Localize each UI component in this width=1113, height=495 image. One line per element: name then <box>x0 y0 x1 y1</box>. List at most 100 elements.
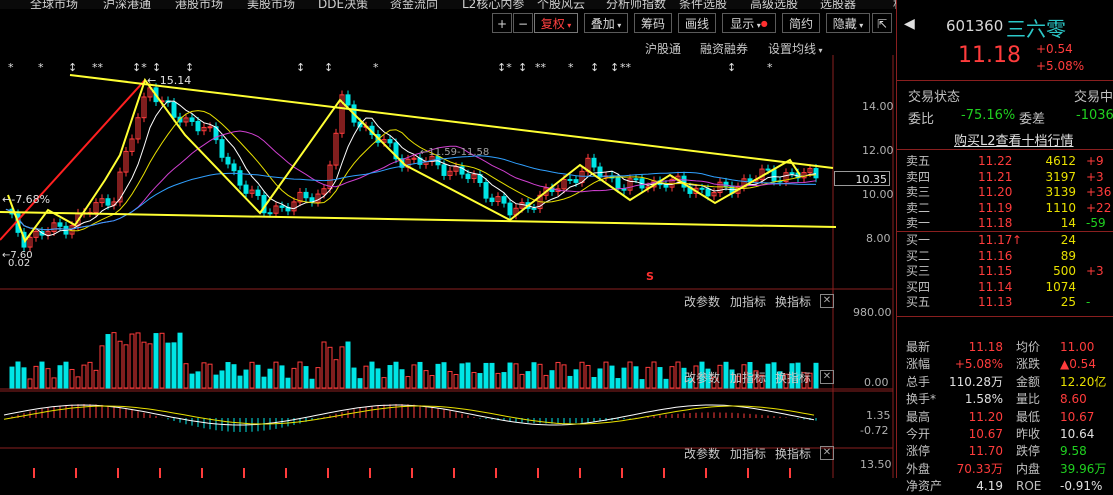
fuquan-dropdown[interactable]: 复权 ▾ <box>534 13 578 33</box>
top-menu-item[interactable]: L2核心内参 <box>462 0 524 9</box>
volume-edit-params[interactable]: 改参数 <box>684 293 720 310</box>
event-marker[interactable]: ** <box>92 61 103 74</box>
event-marker[interactable]: ↕ <box>590 61 599 74</box>
panel3-close-icon[interactable]: ✕ <box>820 446 834 460</box>
volume-bar <box>465 362 471 389</box>
event-marker[interactable]: ** <box>620 61 631 74</box>
event-marker[interactable]: ↕ <box>324 61 333 74</box>
top-menu-item[interactable]: 条件选股 <box>679 0 727 9</box>
macd-change-indicator[interactable]: 换指标 <box>775 369 811 386</box>
level-label: 卖二 <box>906 200 931 215</box>
top-menu-item[interactable]: 个股风云 <box>537 0 585 9</box>
diejia-dropdown[interactable]: 叠加 ▾ <box>584 13 628 33</box>
draw-line-button[interactable]: 画线 <box>678 13 716 33</box>
ask-row[interactable]: 卖二 11.19 1110 +22 <box>896 200 1113 217</box>
top-menu-item[interactable]: DDE决策 <box>318 0 368 9</box>
event-marker[interactable]: ↕ <box>152 61 161 74</box>
level-volume: 89 <box>1060 248 1076 263</box>
sell-signal-marker[interactable]: S <box>646 270 654 283</box>
level-volume: 14 <box>1060 216 1076 230</box>
macd-edit-params[interactable]: 改参数 <box>684 369 720 386</box>
chouma-button[interactable]: 筹码 <box>634 13 672 33</box>
ask-row[interactable]: 卖三 11.20 3139 +36 <box>896 184 1113 201</box>
bid-row[interactable]: 买二 11.16 89 <box>896 248 1113 265</box>
macd-tick: 1.35 <box>866 409 891 422</box>
volume-add-indicator[interactable]: 加指标 <box>730 293 766 310</box>
level-volume: 25 <box>1060 295 1076 309</box>
top-menu-item[interactable]: 全球市场 <box>30 0 78 9</box>
zoom-in-button[interactable]: + <box>492 13 512 33</box>
range-value: 11.59-11.58 <box>428 147 490 158</box>
ask-row[interactable]: 卖四 11.21 3197 +3 <box>896 169 1113 186</box>
volume-bar <box>423 370 429 389</box>
level-label: 卖三 <box>906 185 931 199</box>
hide-dropdown[interactable]: 隐藏 ▾ <box>826 13 870 33</box>
volume-bar <box>249 361 255 389</box>
panel3-change-indicator[interactable]: 换指标 <box>775 445 811 462</box>
candle-body <box>195 120 201 132</box>
top-menu-item[interactable]: 资金流向 <box>390 0 438 9</box>
volume-bar <box>177 332 183 389</box>
price-tick: 14.00 <box>862 100 894 113</box>
top-menu-item[interactable]: 选股器 <box>820 0 856 9</box>
stat-label: 涨跌 <box>1016 357 1041 372</box>
simple-button[interactable]: 简约 <box>782 13 820 33</box>
event-marker[interactable]: ↕ <box>518 61 527 74</box>
event-marker[interactable]: ↕ <box>296 61 305 74</box>
candle-body <box>663 184 669 188</box>
prev-stock-icon[interactable]: ◀ <box>904 16 915 32</box>
event-marker[interactable]: * <box>373 61 379 74</box>
bid-row[interactable]: 买五 11.13 25- <box>896 294 1113 311</box>
macd-add-indicator[interactable]: 加指标 <box>730 369 766 386</box>
event-marker[interactable]: * <box>8 61 14 74</box>
volume-bar <box>321 341 327 389</box>
candle-body <box>483 182 489 199</box>
panel3-edit-params[interactable]: 改参数 <box>684 445 720 462</box>
event-markers-row[interactable]: * * ↕ ** ↕* ↕ ↕ ↕ ↕ * ↕* ↕ ** * ↕ ↕ ** ↕… <box>0 61 833 74</box>
panel3-add-indicator[interactable]: 加指标 <box>730 445 766 462</box>
volume-bar <box>645 366 651 389</box>
volume-bar <box>315 367 321 389</box>
event-marker[interactable]: ↕ <box>185 61 194 74</box>
zoom-out-button[interactable]: − <box>513 13 533 33</box>
event-marker[interactable]: ** <box>535 61 546 74</box>
event-marker[interactable]: ↕* <box>132 61 147 74</box>
expand-icon[interactable]: ⇱ <box>872 13 892 33</box>
kline-chart[interactable] <box>0 55 896 478</box>
level-price: 11.16 <box>978 248 1013 263</box>
top-menu-item[interactable]: 沪深港通 <box>103 0 151 9</box>
macd-close-icon[interactable]: ✕ <box>820 370 834 384</box>
buy-l2-link[interactable]: 购买L2查看十档行情 <box>954 130 1074 149</box>
ask-row[interactable]: 卖一 11.18 14 -59 <box>896 215 1113 232</box>
candlesticks <box>9 83 819 252</box>
volume-close-icon[interactable]: ✕ <box>820 294 834 308</box>
top-menu-item[interactable]: 高级选股 <box>750 0 798 9</box>
event-marker[interactable]: * <box>568 61 574 74</box>
volume-change-indicator[interactable]: 换指标 <box>775 293 811 310</box>
stock-code: 601360 <box>946 17 1004 35</box>
level-label: 卖一 <box>906 216 931 230</box>
bid-row[interactable]: 买三 11.15 500 +3 <box>896 263 1113 280</box>
volume-bar <box>663 378 669 389</box>
event-marker[interactable]: * <box>767 61 773 74</box>
display-dropdown[interactable]: 显示 ▾● <box>722 13 776 33</box>
volume-bar <box>489 362 495 389</box>
volume-bar <box>513 363 519 389</box>
event-marker[interactable]: * <box>38 61 44 74</box>
event-marker[interactable]: ↕ <box>68 61 77 74</box>
stat-value: 11.00 <box>1060 340 1095 354</box>
bid-row[interactable]: 买四 11.14 1074 <box>896 279 1113 296</box>
level-change: -59 <box>1086 216 1106 230</box>
top-menu-item[interactable]: 分析师指数 <box>606 0 666 9</box>
event-marker[interactable]: ↕* <box>497 61 512 74</box>
event-marker[interactable]: ↕ <box>610 61 619 74</box>
event-marker[interactable]: ↕ <box>727 61 736 74</box>
candle-body <box>189 117 195 122</box>
bid-row[interactable]: 买一 11.17 ↑ 24 <box>896 232 1113 249</box>
top-menu-item[interactable]: 美股市场 <box>247 0 295 9</box>
top-menu-item[interactable]: 港股市场 <box>175 0 223 9</box>
candle-body <box>387 139 393 144</box>
ask-row[interactable]: 卖五 11.22 4612 +9 <box>896 153 1113 170</box>
volume-tick: 980.00 <box>853 306 892 319</box>
volume-bar <box>309 378 315 389</box>
